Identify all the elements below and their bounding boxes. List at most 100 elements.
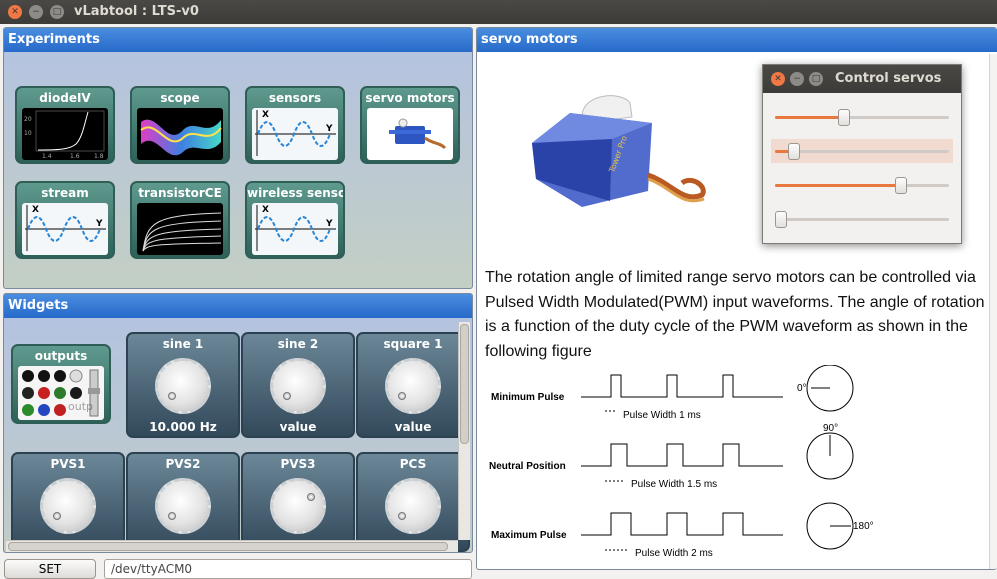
pulse-width-label: Pulse Width 1 ms [623,410,701,421]
servo-slider-2[interactable] [771,139,953,163]
scrollbar-thumb[interactable] [8,542,448,551]
sine2-value: value [279,420,317,434]
widgets-horizontal-scrollbar[interactable] [6,540,458,552]
axis-y-label: Y [325,124,333,134]
diode-tick-x1: 1.4 [42,153,52,160]
close-window-button[interactable]: ✕ [8,5,22,19]
widgets-panel: Widgets outputs outp sine 1 10.000 Hz si… [3,293,473,553]
dialog-minimize-button[interactable]: − [790,72,804,86]
diode-tick-x2: 1.6 [70,153,80,160]
tile-servo-motors[interactable]: servo motors [360,86,460,164]
pcs-knob[interactable] [385,478,441,534]
servo-panel-header: servo motors [477,28,997,52]
servo-slider-1[interactable] [771,105,953,129]
slider-handle[interactable] [894,177,907,194]
slider-track[interactable] [775,218,949,221]
axis-x-label: X [262,205,269,215]
slider-handle[interactable] [787,143,800,160]
slider-handle[interactable] [838,109,851,126]
tile-label: servo motors [365,91,455,105]
servo-description: The rotation angle of limited range serv… [485,269,985,360]
widgets-header: Widgets [4,294,472,318]
pulse-row-label: Maximum Pulse [491,530,567,541]
square1-widget: square 1 value [356,332,470,438]
pvs2-knob[interactable] [155,478,211,534]
pvs3-widget: PVS3 [241,452,355,552]
tile-diodeiv[interactable]: diodeIV 20 10 1.4 1.6 1.8 [15,86,115,164]
experiments-panel: Experiments diodeIV 20 10 1.4 1.6 1.8 sc… [3,27,473,289]
sine1-knob[interactable] [155,358,211,414]
outputs-thumbnail: outp [18,366,104,420]
pulse-row-label: Neutral Position [489,461,566,472]
knob-marker [398,512,406,520]
sine2-knob[interactable] [270,358,326,414]
minimum-pulse-row: Minimum Pulse Pulse Width 1 ms 0° [491,365,854,421]
minimize-window-button[interactable]: − [29,5,43,19]
outputs-overlay-text: outp [68,400,93,413]
slider-track[interactable] [775,116,949,119]
dialog-titlebar: ✕ − □ Control servos [763,65,961,93]
sine2-label: sine 2 [277,337,319,351]
pvs1-label: PVS1 [50,457,86,471]
slider-track[interactable] [775,150,949,153]
device-input[interactable]: /dev/ttyACM0 [104,559,472,579]
dialog-close-button[interactable]: ✕ [771,72,785,86]
set-button[interactable]: SET [4,559,96,579]
tile-sensors[interactable]: sensors X Y [245,86,345,164]
sine1-value: 10.000 Hz [149,420,217,434]
servo-thumbnail [367,108,453,160]
sine-wave-plot: X Y [255,205,336,251]
tile-scope[interactable]: scope [130,86,230,164]
stream-thumbnail: X Y [22,203,108,255]
sine-wave-plot: X Y [25,205,106,251]
servo-panel-scrollbar[interactable] [989,54,997,569]
maximize-window-button[interactable]: □ [50,5,64,19]
square1-knob[interactable] [385,358,441,414]
square1-value: value [394,420,432,434]
knob-marker [398,392,406,400]
tile-wireless-sensor[interactable]: wireless sensor X Y [245,181,345,259]
outputs-tile[interactable]: outputs outp [11,344,111,424]
pvs3-knob[interactable] [270,478,326,534]
servo-photo-icon [389,118,447,150]
axis-x-label: X [262,110,269,120]
square1-label: square 1 [383,337,443,351]
widgets-vertical-scrollbar[interactable] [458,322,470,540]
sine-wave-plot: X Y [255,110,336,156]
diode-tick-y2: 10 [24,130,32,137]
tile-label: wireless sensor [247,186,343,200]
sine2-widget: sine 2 value [241,332,355,438]
transistor-thumbnail [137,203,223,255]
pcs-label: PCS [399,457,427,471]
knob-marker [168,392,176,400]
diode-tick-y1: 20 [24,116,32,123]
dialog-maximize-button[interactable]: □ [809,72,823,86]
scope-thumbnail [137,108,223,160]
axis-x-label: X [32,205,39,215]
diode-tick-x3: 1.8 [94,153,104,160]
maximum-pulse-row: Maximum Pulse Pulse Width 2 ms 180° [491,502,874,559]
scrollbar-thumb[interactable] [460,324,469,444]
sine1-label: sine 1 [162,337,204,351]
axis-y-label: Y [325,219,333,229]
diode-iv-plot: 20 10 1.4 1.6 1.8 [24,110,105,160]
servo-angle-label: 90° [823,423,838,434]
tile-transistorce[interactable]: transistorCE [130,181,230,259]
slider-track[interactable] [775,184,949,187]
slider-fill [775,184,904,187]
window-titlebar: ✕ − □ vLabtool : LTS-v0 [0,0,997,24]
pcs-widget: PCS [356,452,470,552]
tile-stream[interactable]: stream X Y [15,181,115,259]
servo-slider-4[interactable] [771,207,953,231]
pulse-width-label: Pulse Width 1.5 ms [631,479,717,490]
servo-angle-label: 0° [797,383,807,394]
servo-motor-image: Tower Pro [532,95,706,207]
servo-slider-3[interactable] [771,173,953,197]
sensors-thumbnail: X Y [252,108,338,160]
sine1-widget: sine 1 10.000 Hz [126,332,240,438]
slider-handle[interactable] [775,211,787,228]
tile-label: diodeIV [39,91,91,105]
pvs1-knob[interactable] [40,478,96,534]
pulse-row-label: Minimum Pulse [491,392,565,403]
experiments-header: Experiments [4,28,472,52]
